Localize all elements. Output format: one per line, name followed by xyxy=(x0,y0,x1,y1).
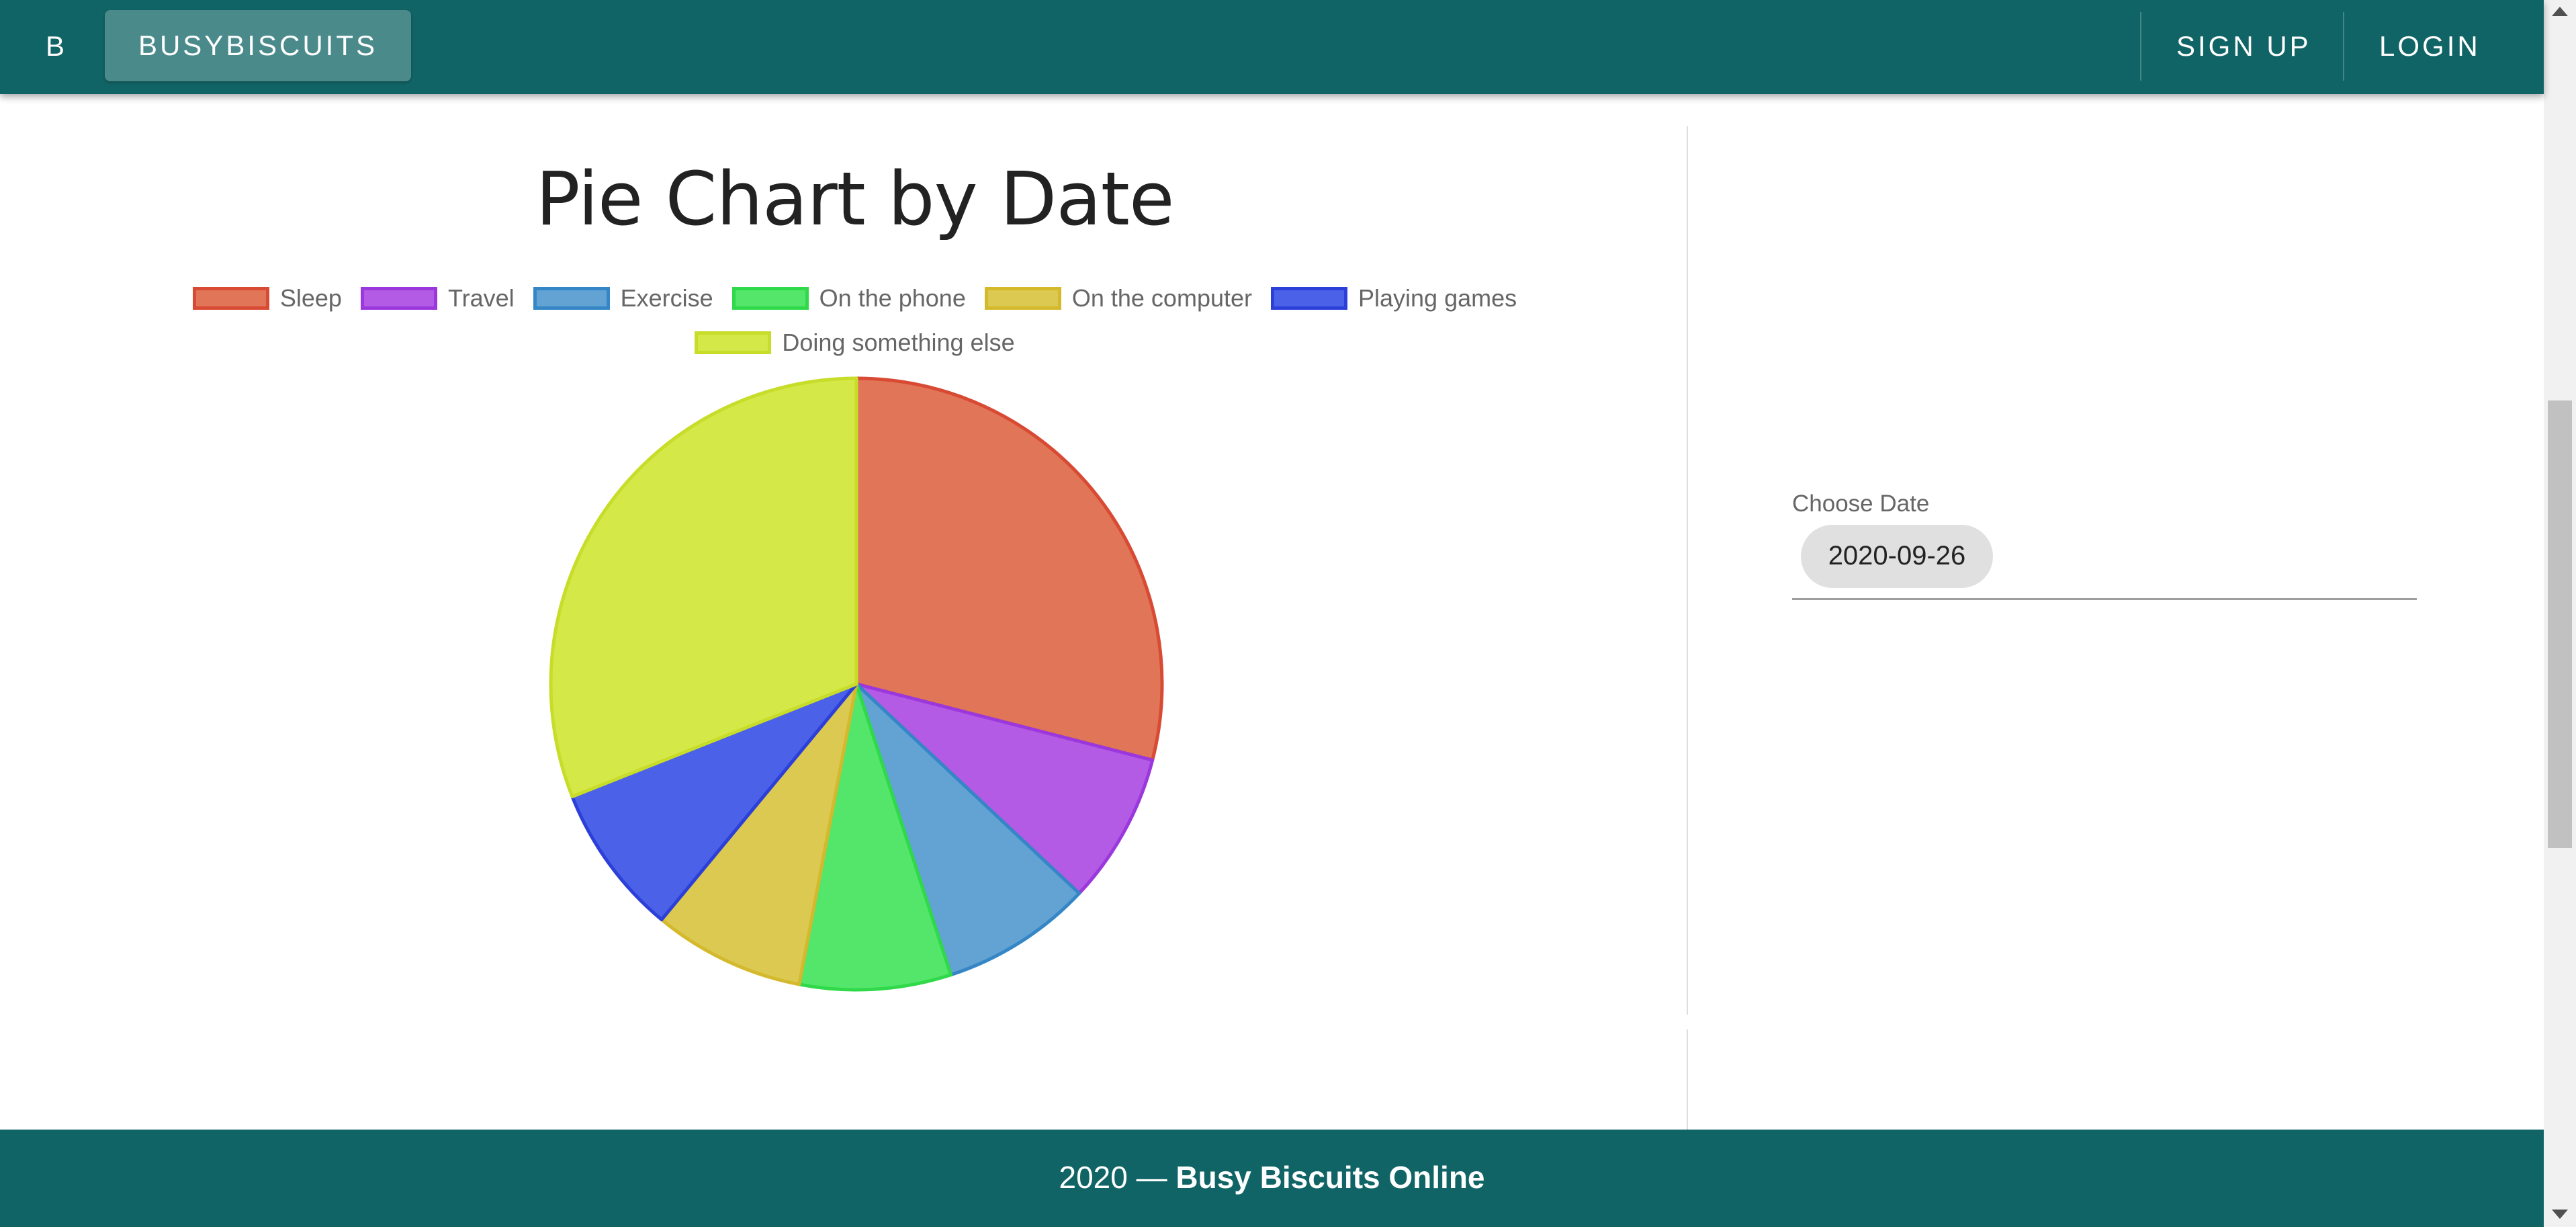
legend-item[interactable]: Exercise xyxy=(533,284,713,312)
footer-site-name: Busy Biscuits Online xyxy=(1175,1160,1485,1195)
scroll-down-arrow-icon[interactable] xyxy=(2552,1210,2568,1219)
footer-year: 2020 — xyxy=(1059,1160,1167,1195)
legend-label: Sleep xyxy=(279,284,342,312)
legend-swatch xyxy=(533,287,610,310)
date-value: 2020-09-26 xyxy=(1828,541,1966,570)
chart-legend: Sleep Travel Exercise On the phone On the co… xyxy=(0,281,1709,370)
legend-label: Playing games xyxy=(1358,284,1517,312)
top-app-bar: B BUSYBISCUITS SIGN UP LOGIN xyxy=(0,0,2544,94)
legend-label: Exercise xyxy=(620,284,713,312)
scroll-thumb[interactable] xyxy=(2548,400,2572,848)
nav-divider xyxy=(2343,12,2344,81)
legend-label: On the computer xyxy=(1071,284,1252,312)
brand-initial[interactable]: B xyxy=(46,32,67,60)
choose-date-label: Choose Date xyxy=(1792,491,1930,517)
scroll-up-arrow-icon[interactable] xyxy=(2552,7,2568,16)
legend-item[interactable]: Playing games xyxy=(1271,284,1517,312)
legend-row: Sleep Travel Exercise On the phone On the co… xyxy=(0,281,1709,316)
page-scrollbar[interactable] xyxy=(2544,0,2576,1227)
legend-row: Doing something else xyxy=(0,325,1709,360)
brand-home-label: BUSYBISCUITS xyxy=(138,30,378,61)
legend-label: On the phone xyxy=(819,284,966,312)
legend-item[interactable]: Doing something else xyxy=(695,329,1015,357)
legend-swatch xyxy=(695,331,772,354)
column-divider xyxy=(1687,1029,1688,1130)
login-button[interactable]: LOGIN xyxy=(2379,32,2481,60)
legend-swatch xyxy=(360,287,437,310)
legend-label: Doing something else xyxy=(782,329,1015,356)
legend-item[interactable]: Sleep xyxy=(192,284,342,312)
nav-divider xyxy=(2140,12,2141,81)
chart-title: Pie Chart by Date xyxy=(535,156,1174,242)
legend-swatch xyxy=(984,287,1061,310)
legend-swatch xyxy=(731,287,809,310)
legend-item[interactable]: On the computer xyxy=(984,284,1252,312)
legend-swatch xyxy=(192,287,269,310)
date-input[interactable]: 2020-09-26 xyxy=(1801,525,1993,588)
sign-up-button[interactable]: SIGN UP xyxy=(2176,32,2311,60)
app-window: B BUSYBISCUITS SIGN UP LOGIN Pie Chart b… xyxy=(0,0,2576,1227)
footer-text: 2020 — Busy Biscuits Online xyxy=(0,1159,2544,1196)
legend-label: Travel xyxy=(447,284,515,312)
date-input-underline xyxy=(1792,598,2417,600)
column-divider xyxy=(1687,126,1688,1015)
pie-chart xyxy=(549,376,1164,992)
brand-home-button[interactable]: BUSYBISCUITS xyxy=(105,10,411,81)
footer: 2020 — Busy Biscuits Online xyxy=(0,1130,2544,1227)
legend-swatch xyxy=(1271,287,1347,310)
legend-item[interactable]: On the phone xyxy=(731,284,966,312)
legend-item[interactable]: Travel xyxy=(360,284,515,312)
